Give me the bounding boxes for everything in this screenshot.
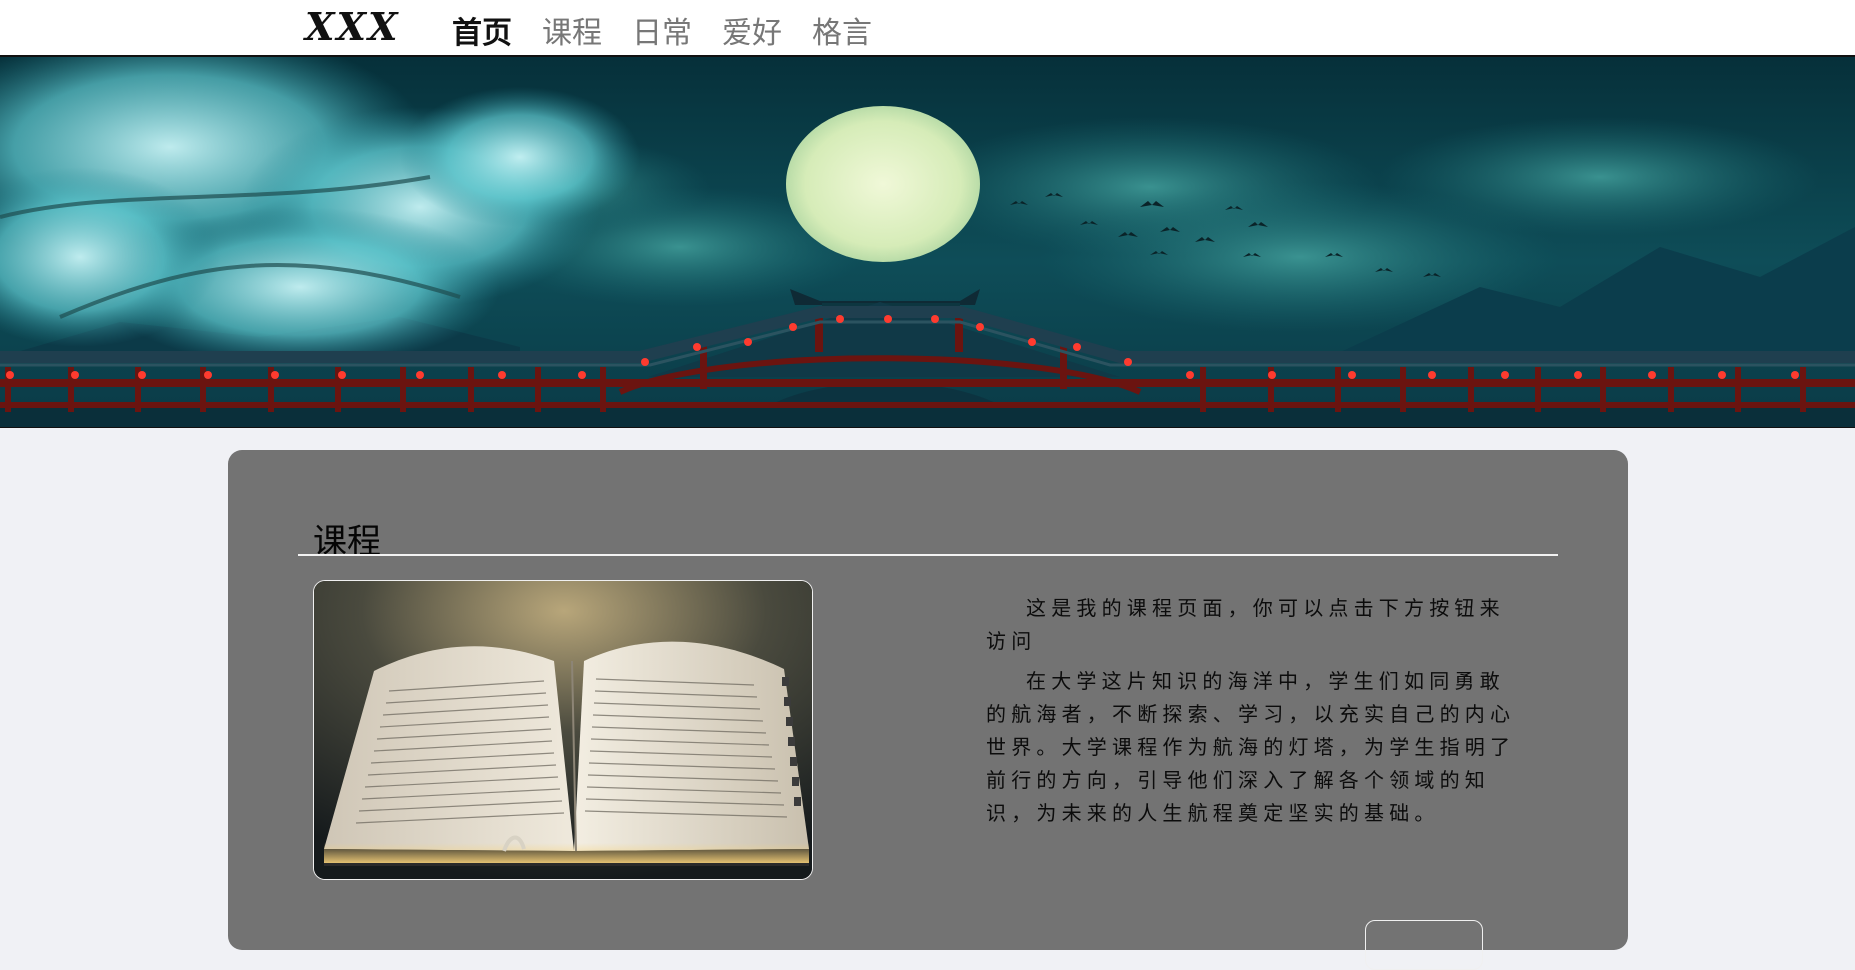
course-card: 课程 这是我的课程页面，你可以点击下方按钮来访问 在大学这片知识的海洋中，学生们…: [228, 450, 1628, 970]
top-navbar: XXX 首页 课程 日常 爱好 格言: [0, 0, 1855, 57]
nav-item-daily[interactable]: 日常: [632, 8, 692, 52]
nav-item-courses[interactable]: 课程: [542, 8, 602, 52]
nav-item-mottos[interactable]: 格言: [812, 8, 872, 52]
site-logo[interactable]: XXX: [305, 4, 399, 49]
course-description: 这是我的课程页面，你可以点击下方按钮来访问 在大学这片知识的海洋中，学生们如同勇…: [986, 592, 1526, 837]
hero-banner: [0, 57, 1855, 428]
title-divider: [298, 554, 1558, 556]
open-book-photo: [314, 581, 812, 879]
course-intro-paragraph: 这是我的课程页面，你可以点击下方按钮来访问: [986, 596, 1505, 653]
course-detail-paragraph: 在大学这片知识的海洋中，学生们如同勇敢的航海者，不断探索、学习，以充实自己的内心…: [986, 669, 1516, 825]
moonlit-bridge-banner-image: [0, 57, 1855, 427]
open-book-image: [313, 580, 813, 880]
nav-item-hobbies[interactable]: 爱好: [722, 8, 782, 52]
nav-item-home[interactable]: 首页: [452, 8, 512, 52]
